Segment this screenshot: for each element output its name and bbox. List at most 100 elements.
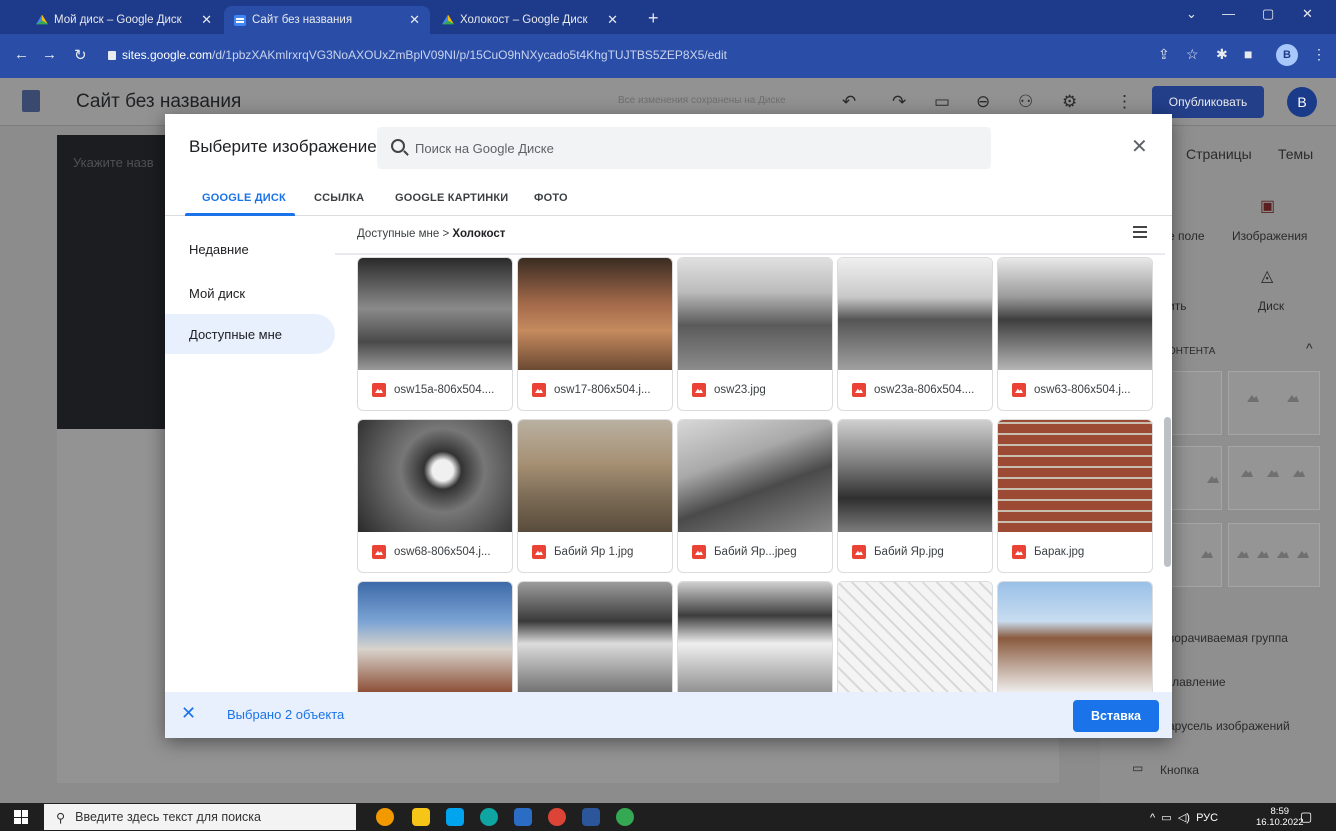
bookmark-star-icon[interactable]: ☆ xyxy=(1186,46,1199,63)
network-icon[interactable]: ▭ xyxy=(1161,812,1171,824)
taskbar-search[interactable]: ⚲ Введите здесь текст для поиска xyxy=(44,804,356,830)
hero-title-placeholder[interactable]: Укажите назв xyxy=(73,155,154,170)
file-card[interactable] xyxy=(837,581,993,692)
preview-icon[interactable]: ▭ xyxy=(934,92,950,112)
breadcrumb-parent[interactable]: Доступные мне xyxy=(357,228,439,240)
tab-search-icon[interactable]: ⌄ xyxy=(1186,6,1197,22)
file-card[interactable]: Бабий Яр 1.jpg xyxy=(517,419,673,573)
scrollbar[interactable] xyxy=(1163,257,1172,692)
insert-image-carousel[interactable]: арусель изображений xyxy=(1168,719,1290,733)
input-language[interactable]: РУС xyxy=(1196,812,1218,824)
tab-photos[interactable]: ФОТО xyxy=(534,192,568,204)
nav-shared-with-me[interactable]: Доступные мне xyxy=(165,314,335,354)
insert-drive[interactable]: Диск xyxy=(1258,299,1284,313)
file-card[interactable]: osw23.jpg xyxy=(677,257,833,411)
list-view-icon[interactable] xyxy=(1133,226,1147,238)
tab-themes[interactable]: Темы xyxy=(1278,146,1313,162)
notifications-icon[interactable]: ▢ xyxy=(1300,809,1312,825)
close-icon[interactable]: ✕ xyxy=(201,12,212,28)
forward-icon[interactable]: → xyxy=(42,46,57,63)
word-icon[interactable] xyxy=(582,808,600,826)
skype-icon[interactable] xyxy=(446,808,464,826)
reload-icon[interactable]: ↻ xyxy=(74,46,87,64)
chrome-icon[interactable] xyxy=(548,808,566,826)
file-name-row: osw23a-806x504.... xyxy=(838,370,992,410)
clock[interactable]: 8:59 16.10.2022 xyxy=(1256,806,1304,828)
settings-gear-icon[interactable]: ⚙ xyxy=(1062,92,1077,112)
file-thumbnail xyxy=(358,582,512,692)
insert-button[interactable]: Кнопка xyxy=(1160,763,1199,777)
image-file-icon xyxy=(852,383,866,397)
file-card[interactable] xyxy=(997,581,1153,692)
file-card[interactable]: osw63-806x504.j... xyxy=(997,257,1153,411)
file-thumbnail xyxy=(358,258,512,370)
search-input[interactable] xyxy=(415,127,975,169)
maximize-icon[interactable]: ▢ xyxy=(1262,6,1274,22)
back-icon[interactable]: ← xyxy=(14,46,29,63)
profile-avatar[interactable]: B xyxy=(1276,44,1298,66)
share-user-icon[interactable]: ⚇ xyxy=(1018,92,1033,112)
nav-recent[interactable]: Недавние xyxy=(165,229,335,269)
share-icon[interactable]: ⇪ xyxy=(1158,46,1170,63)
browser-tab-site[interactable]: Сайт без названия ✕ xyxy=(224,6,430,34)
file-name-row: Барак.jpg xyxy=(998,532,1152,572)
menu-kebab-icon[interactable]: ⋮ xyxy=(1312,46,1326,63)
file-card[interactable] xyxy=(677,581,833,692)
tray-chevron-icon[interactable]: ^ xyxy=(1150,812,1155,824)
site-title[interactable]: Сайт без названия xyxy=(76,91,241,113)
insert-collapsible-group[interactable]: ворачиваемая группа xyxy=(1168,631,1288,645)
clear-selection-icon[interactable]: ✕ xyxy=(181,703,196,724)
url-field[interactable]: sites.google.com/d/1pbzXAKmlrxrqVG3NoAXO… xyxy=(108,44,727,66)
window-close-icon[interactable]: ✕ xyxy=(1302,6,1313,22)
tab-google-drive[interactable]: GOOGLE ДИСК xyxy=(202,192,286,204)
layout-option[interactable] xyxy=(1228,446,1320,510)
file-card[interactable]: Бабий Яр.jpg xyxy=(837,419,993,573)
tab-pages[interactable]: Страницы xyxy=(1186,146,1252,162)
more-icon[interactable]: ⋮ xyxy=(1116,92,1133,112)
file-card[interactable]: osw17-806x504.j... xyxy=(517,257,673,411)
edge-icon[interactable] xyxy=(480,808,498,826)
account-avatar[interactable]: B xyxy=(1287,87,1317,117)
undo-icon[interactable]: ↶ xyxy=(842,92,856,112)
extensions-icon[interactable]: ✱ xyxy=(1216,46,1228,63)
file-name: osw23a-806x504.... xyxy=(874,384,975,396)
close-icon[interactable]: ✕ xyxy=(409,12,420,28)
tab-link[interactable]: ССЫЛКА xyxy=(314,192,364,204)
drive-search[interactable] xyxy=(377,127,991,169)
dialog-close-icon[interactable]: ✕ xyxy=(1131,134,1148,159)
insert-textbox[interactable]: е поле xyxy=(1168,229,1205,243)
file-card[interactable]: Бабий Яр...jpeg xyxy=(677,419,833,573)
insert-table-of-contents[interactable]: главление xyxy=(1168,675,1226,689)
browser-tab-holocaust[interactable]: Холокост – Google Диск ✕ xyxy=(432,6,628,34)
file-card[interactable]: osw23a-806x504.... xyxy=(837,257,993,411)
chrome-active-icon[interactable] xyxy=(616,808,634,826)
insert-images[interactable]: Изображения xyxy=(1232,229,1307,243)
file-card[interactable]: Барак.jpg xyxy=(997,419,1153,573)
file-card[interactable] xyxy=(357,581,513,692)
browser-tab-my-drive[interactable]: Мой диск – Google Диск ✕ xyxy=(26,6,222,34)
nav-my-drive[interactable]: Мой диск xyxy=(165,273,335,313)
link-icon[interactable]: ⊖ xyxy=(976,92,990,112)
volume-icon[interactable]: ◁) xyxy=(1178,812,1190,824)
image-file-icon xyxy=(1012,545,1026,559)
file-card[interactable]: osw15a-806x504.... xyxy=(357,257,513,411)
layout-option[interactable] xyxy=(1228,371,1320,435)
layout-option[interactable] xyxy=(1228,523,1320,587)
file-card[interactable]: osw68-806x504.j... xyxy=(357,419,513,573)
new-tab-button[interactable]: + xyxy=(648,8,659,29)
close-icon[interactable]: ✕ xyxy=(607,12,618,28)
tab-google-images[interactable]: GOOGLE КАРТИНКИ xyxy=(395,192,508,204)
file-card[interactable] xyxy=(517,581,673,692)
save-app-icon[interactable] xyxy=(514,808,532,826)
redo-icon[interactable]: ↷ xyxy=(892,92,906,112)
file-thumbnail xyxy=(998,582,1152,692)
file-explorer-icon[interactable] xyxy=(412,808,430,826)
divider xyxy=(335,253,1165,255)
minimize-icon[interactable]: — xyxy=(1222,6,1235,21)
sidepanel-icon[interactable]: ■ xyxy=(1244,46,1252,62)
scrollbar-thumb[interactable] xyxy=(1164,417,1171,567)
windows-start-icon[interactable] xyxy=(14,810,28,824)
insert-button[interactable]: Вставка xyxy=(1073,700,1159,732)
chevron-up-icon[interactable]: ^ xyxy=(1306,340,1313,356)
opera-icon[interactable] xyxy=(376,808,394,826)
